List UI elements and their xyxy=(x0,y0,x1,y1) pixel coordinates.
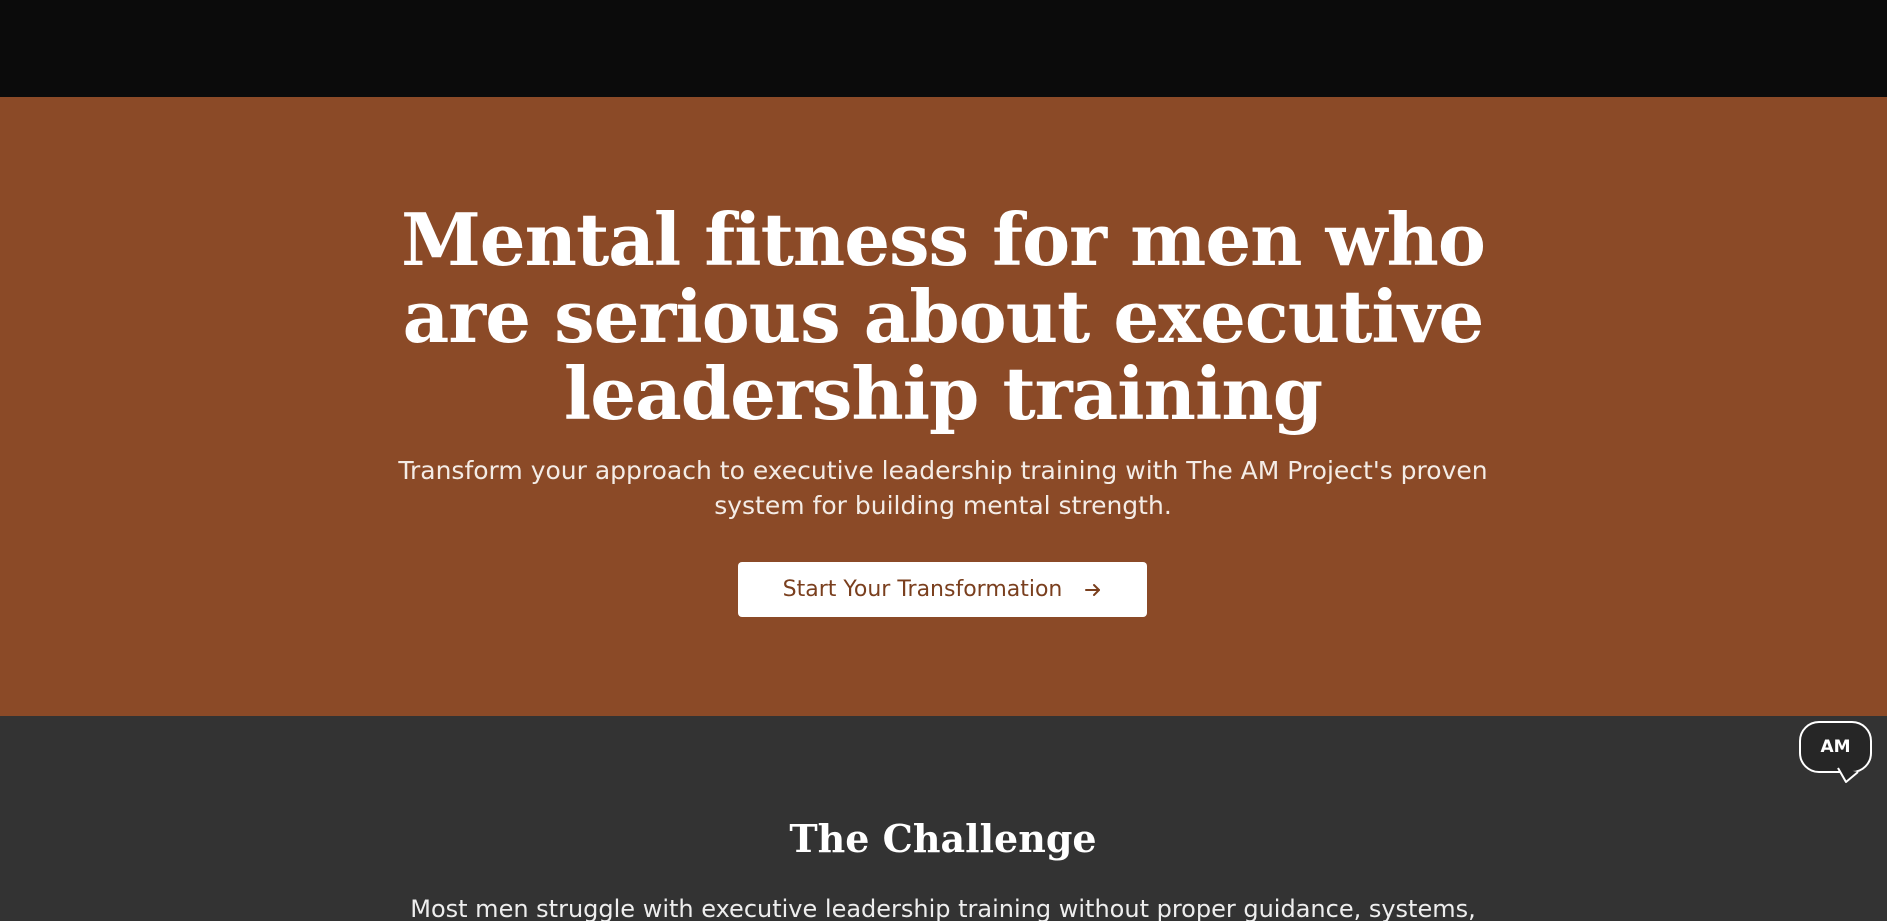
hero-title: Mental fitness for men who are serious a… xyxy=(401,197,1486,436)
hero-section: Mental fitness for men who are serious a… xyxy=(0,97,1887,716)
chat-bubble-tail-icon xyxy=(1837,767,1859,783)
challenge-section: The Challenge Most men struggle with exe… xyxy=(0,716,1887,921)
start-transformation-button[interactable]: Start Your Transformation xyxy=(738,562,1147,617)
arrow-right-icon xyxy=(1084,581,1102,599)
top-navigation-bar xyxy=(0,0,1887,97)
hero-subtitle: Transform your approach to executive lea… xyxy=(398,456,1488,520)
challenge-text: Most men struggle with executive leaders… xyxy=(410,895,1476,921)
cta-label: Start Your Transformation xyxy=(782,577,1063,602)
challenge-title: The Challenge xyxy=(789,816,1097,861)
